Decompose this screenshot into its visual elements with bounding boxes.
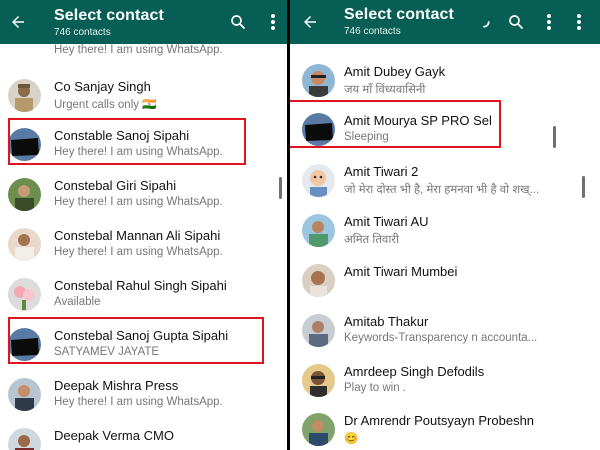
contact-name: Dr Amrendr Poutsyayn Probeshn xyxy=(344,413,535,428)
contact-row[interactable]: Amitab Thakur Keywords-Transparency n ac… xyxy=(290,306,600,356)
avatar xyxy=(302,264,335,297)
app-bar: Select contact 746 contacts xyxy=(290,0,600,44)
avatar xyxy=(302,314,335,347)
contact-name: Amit Tiwari Mumbei xyxy=(344,264,458,279)
contact-name: Amit Tiwari 2 xyxy=(344,164,419,179)
avatar xyxy=(8,428,41,450)
contact-status: 😊 xyxy=(344,433,359,445)
contact-row[interactable]: Constebal Mannan Ali Sipahi Hey there! I… xyxy=(0,220,287,270)
scrollbar-thumb[interactable] xyxy=(553,126,556,148)
contact-row[interactable]: Deepak Verma CMO xyxy=(0,420,287,450)
scrollbar-thumb[interactable] xyxy=(582,176,585,198)
contact-status: जो मेरा दोस्त भी है, मेरा हमनवा भी है वो… xyxy=(344,184,540,196)
contact-status: Urgent calls only 🇮🇳 xyxy=(54,99,157,111)
back-arrow-icon[interactable] xyxy=(6,10,30,34)
contact-row[interactable]: Dr Amrendr Poutsyayn Probeshn 😊 xyxy=(290,405,600,450)
avatar xyxy=(302,364,335,397)
contact-status: अमित तिवारी xyxy=(344,234,399,246)
contact-status: Available xyxy=(54,296,101,308)
contact-count: 746 contacts xyxy=(344,26,401,37)
avatar xyxy=(8,79,41,112)
highlight-box xyxy=(8,317,264,364)
avatar xyxy=(302,413,335,446)
contact-name: Deepak Verma CMO xyxy=(54,428,174,443)
contact-name: Amit Dubey Gayk xyxy=(344,64,446,79)
contact-row[interactable]: Amrdeep Singh Defodils Play to win . xyxy=(290,356,600,406)
contact-row[interactable]: Amit Tiwari Mumbei xyxy=(290,256,600,306)
more-vert-icon[interactable] xyxy=(568,11,590,33)
app-bar-title: Select contact xyxy=(344,6,454,23)
search-icon[interactable] xyxy=(505,11,527,33)
contact-name: Constebal Mannan Ali Sipahi xyxy=(54,228,221,243)
app-bar-title: Select contact xyxy=(54,7,164,24)
back-arrow-icon[interactable] xyxy=(298,10,322,34)
contact-name: Constebal Giri Sipahi xyxy=(54,178,177,193)
avatar xyxy=(302,214,335,247)
contact-row[interactable]: Constebal Giri Sipahi Hey there! I am us… xyxy=(0,170,287,220)
contact-row[interactable]: Constebal Rahul Singh Sipahi Available xyxy=(0,270,287,320)
left-screen: Select contact 746 contacts Hey there! I… xyxy=(0,0,287,450)
contact-status: Hey there! I am using WhatsApp. xyxy=(54,196,223,208)
contact-status: Hey there! I am using WhatsApp. xyxy=(54,246,223,258)
app-bar: Select contact 746 contacts xyxy=(0,0,287,44)
more-vert-icon[interactable] xyxy=(538,11,560,33)
avatar xyxy=(302,64,335,97)
avatar xyxy=(8,178,41,211)
right-screen: Select contact 746 contacts Amit Dubey G… xyxy=(290,0,600,450)
contact-status: Keywords-Transparency n accounta... xyxy=(344,332,538,344)
avatar xyxy=(8,378,41,411)
contact-status: Hey there! I am using WhatsApp. xyxy=(54,396,223,408)
contact-name: Constebal Rahul Singh Sipahi xyxy=(54,278,227,293)
avatar xyxy=(302,164,335,197)
contact-row[interactable]: Amit Dubey Gayk जय माँ विंध्यवासिनी xyxy=(290,56,600,106)
avatar xyxy=(8,278,41,311)
contact-row[interactable]: Amit Tiwari AU अमित तिवारी xyxy=(290,206,600,256)
contact-name: Deepak Mishra Press xyxy=(54,378,179,393)
contact-name: Amit Tiwari AU xyxy=(344,214,429,229)
contact-count: 746 contacts xyxy=(54,27,111,38)
contact-name: Amrdeep Singh Defodils xyxy=(344,364,485,379)
avatar xyxy=(8,228,41,261)
contact-row[interactable]: Co Sanjay Singh Urgent calls only 🇮🇳 xyxy=(0,71,287,121)
highlight-box xyxy=(8,118,246,165)
highlight-box xyxy=(290,100,501,148)
search-icon[interactable] xyxy=(227,11,249,33)
contact-list[interactable]: Hey there! I am using WhatsApp. Co Sanja… xyxy=(0,44,287,450)
more-vert-icon[interactable] xyxy=(262,11,284,33)
loading-spinner-icon xyxy=(473,11,495,33)
partial-contact-status: Hey there! I am using WhatsApp. xyxy=(54,44,223,56)
contact-name: Amitab Thakur xyxy=(344,314,429,329)
contact-status: Play to win . xyxy=(344,382,406,394)
scrollbar-thumb[interactable] xyxy=(279,177,282,199)
contact-name: Co Sanjay Singh xyxy=(54,79,151,94)
contact-row[interactable]: Amit Tiwari 2 जो मेरा दोस्त भी है, मेरा … xyxy=(290,156,600,206)
contact-status: जय माँ विंध्यवासिनी xyxy=(344,84,426,96)
contact-row[interactable]: Deepak Mishra Press Hey there! I am usin… xyxy=(0,370,287,420)
